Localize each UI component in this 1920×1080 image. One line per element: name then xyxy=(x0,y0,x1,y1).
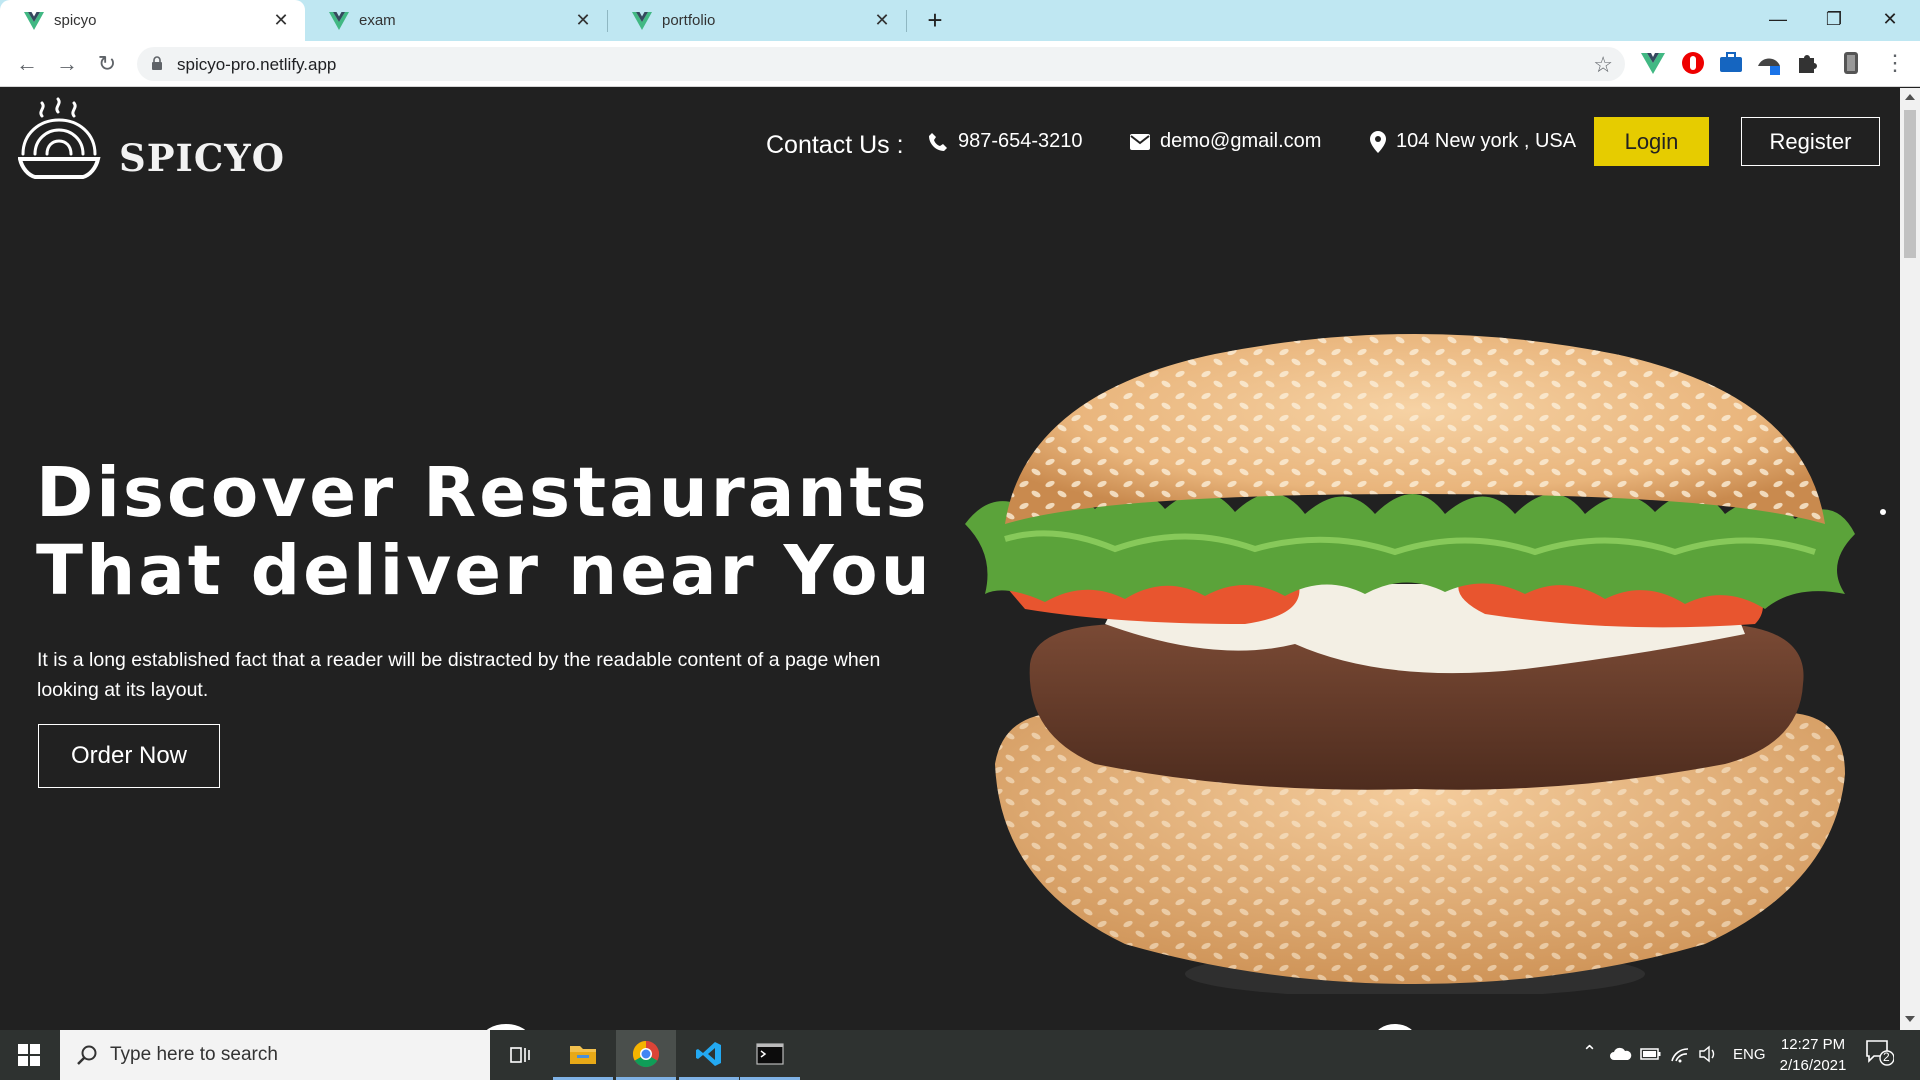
task-view-icon xyxy=(510,1047,530,1063)
vscode-icon xyxy=(696,1041,721,1066)
forward-icon[interactable]: → xyxy=(52,49,82,79)
tab-close-icon[interactable]: ✕ xyxy=(872,10,892,31)
volume-icon[interactable] xyxy=(1698,1045,1718,1063)
hero-title-line-1: Discover Restaurants xyxy=(36,453,930,533)
tab-separator xyxy=(906,10,907,32)
wifi-icon[interactable] xyxy=(1670,1045,1690,1063)
search-icon xyxy=(77,1045,97,1065)
url-text: spicyo-pro.netlify.app xyxy=(177,55,337,74)
reload-icon[interactable]: ↻ xyxy=(92,49,122,79)
hero-description: It is a long established fact that a rea… xyxy=(37,649,881,701)
email-address: demo@gmail.com xyxy=(1160,130,1322,152)
contact-phone[interactable]: 987-654-3210 xyxy=(928,130,1083,153)
tab-spicyo[interactable]: spicyo ✕ xyxy=(0,0,305,41)
windows-logo-icon xyxy=(18,1044,40,1066)
envelope-icon xyxy=(1130,133,1150,150)
login-button[interactable]: Login xyxy=(1594,117,1709,166)
browser-toolbar: ← → ↻ spicyo-pro.netlify.app ☆ xyxy=(0,41,1920,87)
web-page: SPICYO Contact Us : 987-654-3210 demo@gm… xyxy=(0,88,1900,1030)
order-now-button[interactable]: Order Now xyxy=(38,724,220,788)
clock-time: 12:27 PM xyxy=(1780,1036,1846,1053)
vue-favicon-icon xyxy=(632,11,652,30)
vscode-button[interactable] xyxy=(679,1030,739,1080)
page-scrollbar[interactable] xyxy=(1900,88,1920,1030)
taskbar-search-box[interactable]: Type here to search xyxy=(60,1030,490,1080)
language-indicator[interactable]: ENG xyxy=(1733,1046,1766,1063)
contact-address[interactable]: 104 New york , USA xyxy=(1370,130,1576,153)
vue-devtools-extension-icon[interactable] xyxy=(1640,50,1666,76)
battery-icon[interactable] xyxy=(1640,1046,1662,1062)
chrome-button[interactable] xyxy=(616,1030,676,1080)
close-window-icon[interactable]: ✕ xyxy=(1862,0,1918,38)
search-placeholder: Type here to search xyxy=(110,1044,278,1065)
scrollbar-thumb[interactable] xyxy=(1904,110,1916,258)
tab-exam[interactable]: exam ✕ xyxy=(305,0,607,41)
onedrive-icon[interactable] xyxy=(1610,1047,1632,1061)
chrome-icon xyxy=(632,1040,660,1067)
brand-name: SPICYO xyxy=(119,136,285,180)
tab-title: exam xyxy=(359,12,396,29)
terminal-button[interactable] xyxy=(740,1030,800,1080)
address-bar[interactable]: spicyo-pro.netlify.app ☆ xyxy=(137,47,1625,81)
scroll-up-icon[interactable] xyxy=(1905,94,1915,100)
clock[interactable]: 12:27 PM 2/16/2021 xyxy=(1768,1034,1858,1076)
show-hidden-icons-icon[interactable]: ⌃ xyxy=(1582,1042,1597,1063)
map-pin-icon xyxy=(1370,130,1386,153)
action-center-button[interactable]: 2 xyxy=(1864,1038,1904,1072)
clock-date: 2/16/2021 xyxy=(1779,1057,1847,1074)
start-button[interactable] xyxy=(0,1030,58,1080)
contact-label: Contact Us : xyxy=(766,131,904,159)
tab-title: portfolio xyxy=(662,12,716,29)
lock-icon xyxy=(152,56,162,70)
hero-title: Discover Restaurants That deliver near Y… xyxy=(36,454,933,610)
task-view-button[interactable] xyxy=(490,1030,550,1080)
profile-icon[interactable] xyxy=(1838,50,1864,76)
windows-taskbar: Type here to search ⌃ ENG 12:27 PM 2/16/… xyxy=(0,1030,1920,1080)
vue-favicon-icon xyxy=(329,11,349,30)
phone-number: 987-654-3210 xyxy=(958,130,1083,152)
notification-count: 2 xyxy=(1883,1050,1890,1064)
file-explorer-button[interactable] xyxy=(553,1030,613,1080)
browser-menu-icon[interactable]: ⋮ xyxy=(1880,48,1910,78)
minimize-icon[interactable]: — xyxy=(1750,0,1806,38)
adblock-extension-icon[interactable] xyxy=(1680,50,1706,76)
carousel-dot[interactable] xyxy=(1880,509,1886,515)
hat-extension-icon[interactable] xyxy=(1756,50,1782,76)
tab-close-icon[interactable]: ✕ xyxy=(573,10,593,31)
back-icon[interactable]: ← xyxy=(12,49,42,79)
briefcase-extension-icon[interactable] xyxy=(1718,50,1744,76)
terminal-icon xyxy=(756,1042,784,1065)
browser-tab-strip: spicyo ✕ exam ✕ portfolio ✕ + — ❐ ✕ xyxy=(0,0,1920,41)
scroll-down-icon[interactable] xyxy=(1905,1016,1915,1022)
bookmark-star-icon[interactable]: ☆ xyxy=(1593,52,1613,78)
contact-email[interactable]: demo@gmail.com xyxy=(1130,130,1321,153)
extensions-puzzle-icon[interactable] xyxy=(1794,50,1820,76)
hero-title-line-2: That deliver near You xyxy=(36,531,933,611)
new-tab-button[interactable]: + xyxy=(920,6,950,36)
folder-icon xyxy=(570,1045,596,1064)
address-text: 104 New york , USA xyxy=(1396,130,1577,152)
restore-icon[interactable]: ❐ xyxy=(1806,0,1862,38)
burger-image xyxy=(965,334,1855,994)
register-button[interactable]: Register xyxy=(1741,117,1880,166)
phone-icon xyxy=(929,132,947,151)
tab-portfolio[interactable]: portfolio ✕ xyxy=(608,0,906,41)
steaming-bowl-logo-icon xyxy=(18,97,101,179)
vue-favicon-icon xyxy=(24,11,44,30)
tab-close-icon[interactable]: ✕ xyxy=(271,10,291,31)
tab-title: spicyo xyxy=(54,12,97,29)
